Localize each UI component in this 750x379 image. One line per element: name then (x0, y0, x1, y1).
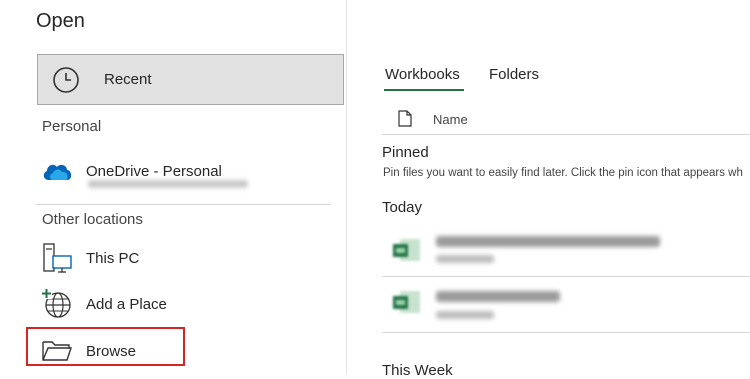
this-pc-item[interactable]: This PC (40, 241, 139, 275)
separator (382, 276, 750, 277)
pinned-description: Pin files you want to easily find later.… (383, 167, 743, 179)
file-name-redacted (436, 291, 560, 302)
separator (382, 134, 750, 135)
tab-workbooks[interactable]: Workbooks (385, 66, 460, 83)
clock-icon (52, 66, 80, 94)
computer-icon (40, 241, 74, 275)
file-location-redacted (436, 311, 494, 319)
tab-folders[interactable]: Folders (489, 66, 539, 83)
add-a-place-label: Add a Place (86, 295, 167, 313)
account-email-redacted (88, 180, 248, 188)
file-location-redacted (436, 255, 494, 263)
other-locations-heading: Other locations (42, 211, 143, 228)
separator (36, 204, 331, 205)
recent-label: Recent (104, 71, 152, 88)
onedrive-label: OneDrive - Personal (86, 162, 222, 180)
file-row[interactable] (382, 228, 750, 272)
this-pc-label: This PC (86, 249, 140, 267)
pinned-heading: Pinned (382, 144, 429, 161)
add-a-place-item[interactable]: Add a Place (40, 287, 167, 321)
page-title: Open (36, 10, 85, 32)
pane-divider (346, 0, 347, 375)
highlight-box (26, 327, 185, 366)
file-row[interactable] (382, 280, 750, 324)
document-icon (398, 110, 412, 132)
globe-add-icon (40, 287, 74, 321)
file-name-redacted (436, 236, 660, 247)
onedrive-cloud-icon (40, 154, 74, 188)
excel-file-icon (392, 288, 422, 321)
excel-file-icon (392, 236, 422, 269)
recent-button[interactable]: Recent (37, 54, 344, 105)
active-tab-indicator (384, 89, 464, 91)
name-column-header[interactable]: Name (433, 112, 468, 127)
onedrive-personal-item[interactable]: OneDrive - Personal (40, 154, 248, 188)
today-heading: Today (382, 199, 423, 216)
separator (382, 332, 750, 333)
personal-heading: Personal (42, 118, 102, 135)
this-week-heading: This Week (382, 362, 453, 379)
